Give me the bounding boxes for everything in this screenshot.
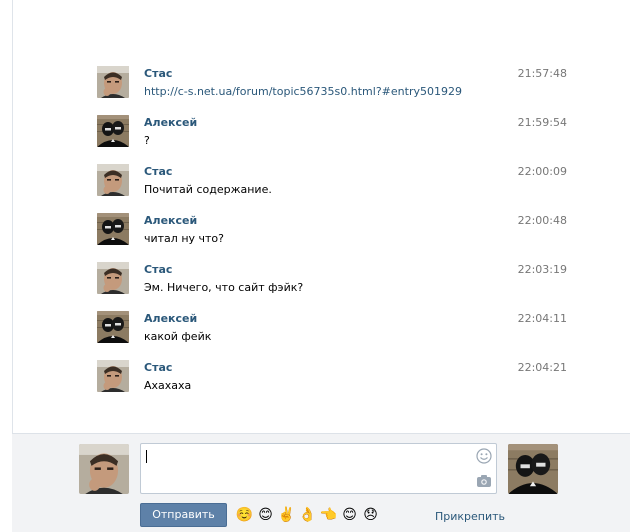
- message-author[interactable]: Стас: [144, 165, 172, 178]
- message-text: какой фейк: [144, 330, 212, 343]
- smile-relaxed-icon[interactable]: ☺️: [235, 506, 254, 524]
- message-time: 22:03:19: [517, 263, 567, 276]
- message-composer: Отправить ☺️ 😊 ✌️ 👌 👈 😊 😞 Прикрепить: [12, 433, 630, 532]
- message-author[interactable]: Алексей: [144, 214, 197, 227]
- message-time: 21:59:54: [517, 116, 567, 129]
- message-author[interactable]: Стас: [144, 263, 172, 276]
- message-text: Почитай содержание.: [144, 183, 272, 196]
- avatar-stas[interactable]: [97, 66, 129, 98]
- attach-link[interactable]: Прикрепить: [435, 510, 505, 523]
- message-time: 22:04:11: [517, 312, 567, 325]
- camera-icon[interactable]: [476, 474, 492, 488]
- victory-hand-icon[interactable]: ✌️: [277, 506, 296, 524]
- message-author[interactable]: Стас: [144, 361, 172, 374]
- point-left-icon[interactable]: 👈: [319, 506, 338, 524]
- message-text: Эм. Ничего, что сайт фэйк?: [144, 281, 304, 294]
- message-time: 22:04:21: [517, 361, 567, 374]
- smile-sad-icon[interactable]: 😞: [361, 506, 380, 524]
- send-button[interactable]: Отправить: [140, 503, 227, 527]
- message-link[interactable]: http://c-s.net.ua/forum/topic56735s0.htm…: [144, 85, 462, 98]
- smile-blush-icon[interactable]: 😊: [256, 506, 275, 524]
- message-item: Алексей 22:04:11 какой фейк: [97, 311, 567, 345]
- message-item: Алексей 21:59:54 ?: [97, 115, 567, 149]
- message-item: Стас 22:00:09 Почитай содержание.: [97, 164, 567, 198]
- ok-hand-icon[interactable]: 👌: [298, 506, 317, 524]
- message-item: Стас 21:57:48 http://c-s.net.ua/forum/to…: [97, 66, 567, 100]
- message-item: Стас 22:04:21 Ахахаха: [97, 360, 567, 394]
- avatar-stas[interactable]: [97, 262, 129, 294]
- quick-smiles-bar: ☺️ 😊 ✌️ 👌 👈 😊 😞: [235, 506, 380, 524]
- avatar-stas[interactable]: [97, 164, 129, 196]
- peer-avatar[interactable]: [508, 444, 558, 494]
- message-author[interactable]: Алексей: [144, 312, 197, 325]
- message-author[interactable]: Стас: [144, 67, 172, 80]
- avatar-alexey[interactable]: [97, 311, 129, 343]
- avatar-alexey[interactable]: [97, 115, 129, 147]
- message-item: Стас 22:03:19 Эм. Ничего, что сайт фэйк?: [97, 262, 567, 296]
- avatar-alexey[interactable]: [97, 213, 129, 245]
- text-caret: [146, 450, 147, 463]
- message-text: ?: [144, 134, 150, 147]
- smile-happy-icon[interactable]: 😊: [340, 506, 359, 524]
- message-text: читал ну что?: [144, 232, 224, 245]
- message-text: http://c-s.net.ua/forum/topic56735s0.htm…: [144, 85, 462, 98]
- message-input[interactable]: [140, 443, 497, 494]
- avatar-stas[interactable]: [97, 360, 129, 392]
- message-item: Алексей 22:00:48 читал ну что?: [97, 213, 567, 247]
- my-avatar[interactable]: [79, 444, 129, 494]
- message-author[interactable]: Алексей: [144, 116, 197, 129]
- message-text: Ахахаха: [144, 379, 192, 392]
- message-time: 22:00:09: [517, 165, 567, 178]
- message-time: 22:00:48: [517, 214, 567, 227]
- message-time: 21:57:48: [517, 67, 567, 80]
- smiley-icon[interactable]: [476, 448, 492, 464]
